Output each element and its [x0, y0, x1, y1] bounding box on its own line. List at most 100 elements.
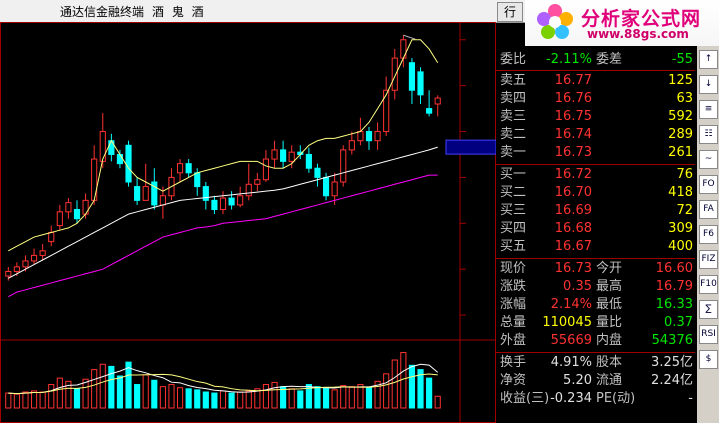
candle-body	[65, 202, 72, 213]
volume-bar	[30, 390, 38, 409]
stat-label: 外盘	[500, 333, 527, 348]
stat-label: 涨跌	[500, 279, 527, 294]
volume-bar	[365, 387, 373, 409]
volume-bar	[357, 384, 364, 409]
candle-body	[176, 163, 184, 174]
candle-body	[262, 158, 270, 181]
fin-value: 4.91%	[550, 355, 592, 370]
bid-volume: 309	[668, 221, 693, 236]
volume-bar	[383, 373, 390, 409]
ask-price: 16.77	[554, 73, 592, 88]
candle-body	[56, 211, 63, 227]
stat-row: 总量 110045 量比 0.37	[496, 314, 695, 332]
bid-price: 16.67	[554, 239, 592, 254]
volume-bar	[185, 388, 192, 409]
ask-price: 16.74	[554, 127, 592, 142]
bid-price: 16.70	[554, 185, 592, 200]
panel-divider	[496, 352, 695, 353]
toolbar-button-icon[interactable]: FO	[699, 175, 718, 194]
candle-body	[219, 197, 227, 211]
ask-row: 卖四 16.76 63	[496, 90, 695, 108]
volume-bar	[297, 390, 304, 409]
toolbar-button-icon[interactable]: ~	[699, 150, 718, 169]
volume-bar	[73, 388, 81, 409]
toolbar-button-icon[interactable]: F10	[699, 275, 718, 294]
stat-value: 54376	[651, 333, 693, 348]
candle-body	[391, 57, 398, 91]
volume-bar	[426, 377, 433, 409]
candle-body	[73, 209, 81, 220]
volume-bar	[125, 361, 132, 409]
candle-body	[348, 140, 355, 151]
toolbar-button-icon[interactable]: ☷	[699, 125, 718, 144]
bid-row: 买五 16.67 400	[496, 238, 695, 256]
toolbar-button-icon[interactable]: FIZ	[699, 250, 718, 269]
volume-bar	[39, 391, 46, 409]
volume-bar	[202, 391, 209, 409]
volume-bar	[116, 375, 124, 409]
stat-label: 内盘	[596, 333, 623, 348]
toolbar-button-icon[interactable]: FA	[699, 200, 718, 219]
volume-bar	[219, 390, 227, 409]
fin-row: 收益(三) -0.234 PE(动) -	[496, 390, 695, 408]
ask-volume: 289	[668, 127, 693, 142]
candle-body	[365, 131, 373, 142]
stat-row: 现价 16.73 今开 16.60	[496, 260, 695, 278]
volume-bar	[228, 392, 235, 409]
quote-menu-button[interactable]: 行	[497, 2, 523, 22]
ask-volume: 63	[676, 91, 693, 106]
fin-label: 股本	[596, 355, 623, 370]
stat-label: 最低	[596, 297, 623, 312]
volume-bar	[237, 391, 244, 409]
bid-label: 买三	[500, 203, 527, 218]
stat-value: 16.60	[655, 261, 693, 276]
stat-value: 110045	[542, 315, 592, 330]
volume-bar	[262, 384, 270, 409]
volume-bar	[331, 389, 338, 409]
candle-body	[237, 195, 244, 206]
fin-label: PE(动)	[596, 391, 636, 406]
bid-label: 买五	[500, 239, 527, 254]
quote-panel: 委比 -2.11% 委差 -55 卖五 16.77 125 卖四 16.76 63 卖三 16.75 5…	[496, 46, 695, 423]
candle-body	[5, 270, 12, 277]
volume-bar	[134, 384, 141, 409]
volume-bar	[434, 395, 441, 409]
candle-body	[159, 195, 166, 206]
candle-body	[48, 231, 55, 243]
ask-label: 卖五	[500, 73, 527, 88]
fin-label: 换手	[500, 355, 527, 370]
weibi-label: 委比	[500, 52, 527, 67]
candle-body	[134, 186, 141, 201]
bid-label: 买二	[500, 185, 527, 200]
candle-body	[194, 172, 201, 188]
fin-label: 流通	[596, 373, 623, 388]
candle-body	[340, 149, 347, 183]
toolbar-button-icon[interactable]: F6	[699, 225, 718, 244]
bid-row: 买一 16.72 76	[496, 166, 695, 184]
right-toolbar: ↑ ↓ ≡ ☷ ~ FO FA F6 FIZ F10 ∑ RSI $	[697, 46, 719, 423]
toolbar-button-icon[interactable]: ∑	[699, 300, 718, 319]
logo-url: www.88gs.com	[587, 27, 689, 41]
fin-value: -0.234	[550, 391, 592, 406]
kline-chart[interactable]	[0, 22, 496, 423]
volume-bar	[159, 386, 166, 409]
volume-bar	[142, 374, 149, 409]
weicha-label: 委差	[596, 52, 623, 67]
candle-body	[288, 151, 295, 162]
toolbar-button-icon[interactable]: RSI	[699, 325, 718, 344]
toolbar-button-icon[interactable]: ↑	[699, 50, 718, 69]
candle-body	[13, 266, 20, 272]
toolbar-button-icon[interactable]: ↓	[699, 75, 718, 94]
toolbar-button-icon[interactable]: ≡	[699, 100, 718, 119]
ask-price: 16.75	[554, 109, 592, 124]
stat-label: 涨幅	[500, 297, 527, 312]
ask-label: 卖四	[500, 91, 527, 106]
panel-divider	[496, 70, 695, 71]
volume-bar	[82, 378, 89, 409]
candle-body	[314, 167, 321, 178]
stat-label: 今开	[596, 261, 623, 276]
volume-bar	[340, 385, 347, 409]
volume-bar	[151, 379, 158, 409]
toolbar-button-icon[interactable]: $	[699, 350, 718, 369]
volume-bar	[22, 391, 29, 409]
